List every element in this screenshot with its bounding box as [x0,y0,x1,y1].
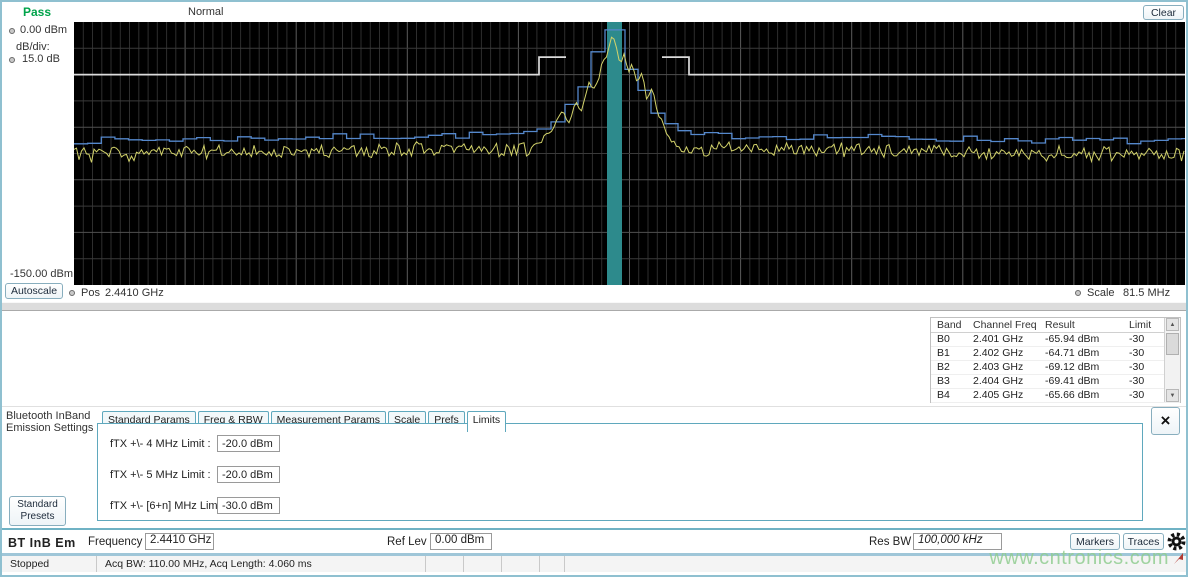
scroll-up-icon[interactable]: ▲ [1166,318,1179,331]
status-state: Stopped [2,556,97,572]
table-cell: 2.403 GHz [967,361,1039,374]
bottom-level-value: -150.00 dBm [10,268,73,280]
measurement-mode-label: BT InB Em [8,536,76,550]
horizontal-splitter[interactable] [2,302,1188,311]
status-acq-info: Acq BW: 110.00 MHz, Acq Length: 4.060 ms [97,556,426,572]
table-cell: 2.401 GHz [967,333,1039,346]
table-header-cell[interactable]: Result [1039,318,1123,332]
limit-field-input[interactable] [217,466,280,483]
table-row[interactable]: B22.403 GHz-69.12 dBm-30 [931,361,1180,375]
table-cell: -65.66 dBm [1039,389,1123,402]
standard-presets-button[interactable]: Standard Presets [9,496,66,526]
limit-field-label: fTX +\- [6+n] MHz Limit: [110,500,226,512]
table-row[interactable]: B12.402 GHz-64.71 dBm-30 [931,347,1180,361]
table-cell: -30 [1123,347,1165,360]
table-cell: -30 [1123,361,1165,374]
ref-lev-input[interactable]: 0.00 dBm [430,533,492,550]
scroll-down-icon[interactable]: ▼ [1166,389,1179,402]
table-cell: -30 [1123,333,1165,346]
scrollbar-thumb[interactable] [1166,333,1179,355]
table-cell: -64.71 dBm [1039,347,1123,360]
table-row[interactable]: B02.401 GHz-65.94 dBm-30 [931,333,1180,347]
position-value[interactable]: 2.4410 GHz [105,287,164,299]
watermark-cursor-icon [1172,552,1185,565]
limit-field-label: fTX +\- 5 MHz Limit : [110,469,211,481]
table-cell: B4 [931,389,967,402]
table-cell: B2 [931,361,967,374]
status-cell-empty [464,556,502,572]
frequency-label: Frequency [88,536,142,548]
table-header-cell[interactable]: Channel Freq [967,318,1039,332]
top-section: Pass 0.00 dBm dB/div: 15.0 dB -150.00 dB… [2,2,1188,302]
ref-level-knob-icon[interactable] [9,28,15,34]
autoscale-button[interactable]: Autoscale [5,283,63,299]
status-cell-empty [426,556,464,572]
table-row[interactable]: B32.404 GHz-69.41 dBm-30 [931,375,1180,389]
close-icon: × [1161,411,1171,431]
db-per-div-label: dB/div: [16,41,50,53]
position-label: Pos [81,287,100,299]
frequency-input[interactable]: 2.4410 GHz [145,533,214,550]
db-per-div-value[interactable]: 15.0 dB [22,53,60,65]
results-table: BandChannel FreqResultLimit B02.401 GHz-… [930,317,1181,403]
table-cell: B1 [931,347,967,360]
settings-title-line1: Bluetooth InBand [6,410,90,422]
limit-field-input[interactable] [217,435,280,452]
close-settings-button[interactable]: × [1151,407,1180,435]
table-header-row: BandChannel FreqResultLimit [931,318,1180,333]
trace-mode-label: Normal [188,6,223,18]
status-cell-empty [540,556,565,572]
limits-panel: fTX +\- 4 MHz Limit : fTX +\- 5 MHz Limit… [97,423,1143,521]
limit-field-input[interactable] [217,497,280,514]
table-cell: -65.94 dBm [1039,333,1123,346]
tab-limits[interactable]: Limits [467,411,506,432]
table-cell: 2.402 GHz [967,347,1039,360]
pass-status: Pass [10,5,64,19]
scale-knob-icon[interactable] [1075,290,1081,296]
ref-level-value[interactable]: 0.00 dBm [20,24,67,36]
clear-button[interactable]: Clear [1143,5,1184,20]
status-cell-empty [502,556,540,572]
table-header-cell[interactable]: Band [931,318,967,332]
table-row[interactable]: B42.405 GHz-65.66 dBm-30 [931,389,1180,403]
db-per-div-knob-icon[interactable] [9,57,15,63]
res-bw-label: Res BW [869,536,911,548]
settings-title-line2: Emission Settings [6,422,93,434]
scale-value[interactable]: 81.5 MHz [1123,287,1170,299]
table-cell: B3 [931,375,967,388]
limit-field-label: fTX +\- 4 MHz Limit : [110,438,211,450]
ref-lev-label: Ref Lev [387,536,427,548]
table-cell: -69.41 dBm [1039,375,1123,388]
spectrum-plot[interactable] [74,22,1185,285]
scale-label: Scale [1087,287,1115,299]
table-scrollbar[interactable]: ▲ ▼ [1164,318,1180,402]
position-knob-icon[interactable] [69,290,75,296]
spectrum-analyzer-window: Pass 0.00 dBm dB/div: 15.0 dB -150.00 dB… [0,0,1188,577]
table-cell: 2.405 GHz [967,389,1039,402]
table-cell: -30 [1123,389,1165,402]
table-cell: 2.404 GHz [967,375,1039,388]
table-cell: -69.12 dBm [1039,361,1123,374]
table-cell: B0 [931,333,967,346]
table-cell: -30 [1123,375,1165,388]
watermark: www.cntronics.com [907,546,1185,570]
table-header-cell[interactable]: Limit [1123,318,1165,332]
